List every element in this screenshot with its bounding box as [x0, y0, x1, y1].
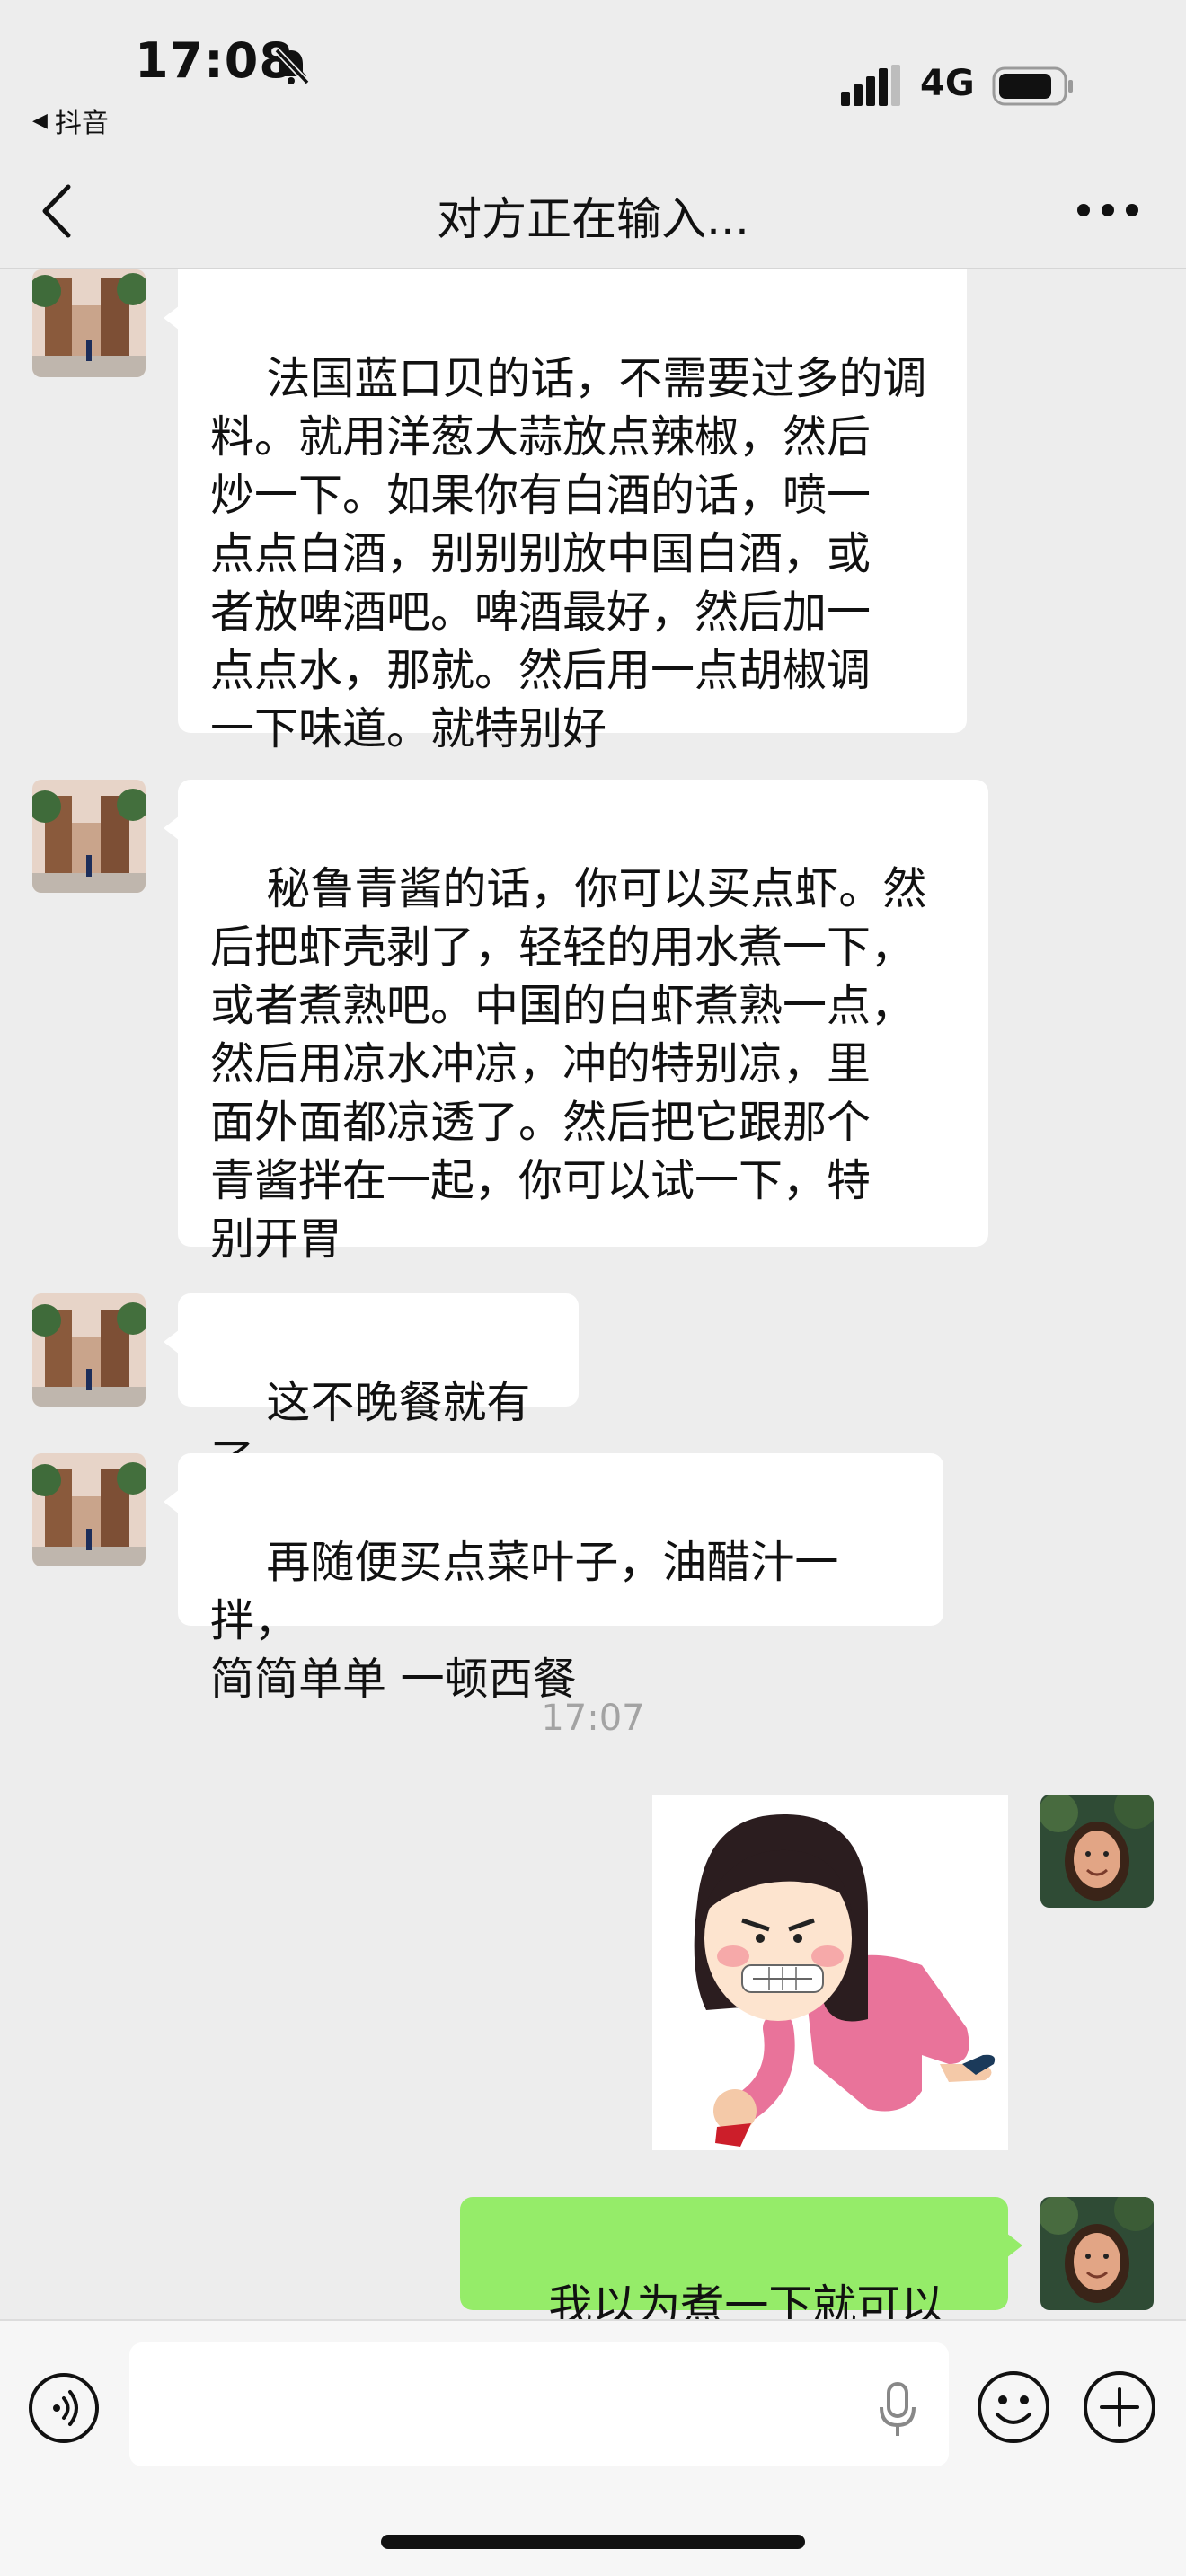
contact-avatar[interactable] — [32, 1453, 146, 1566]
smiley-icon[interactable] — [976, 2369, 1051, 2445]
microphone-icon[interactable] — [877, 2380, 918, 2439]
more-options-icon[interactable] — [1075, 199, 1141, 221]
message-bubble[interactable]: 法国蓝口贝的话，不需要过多的调 料。就用洋葱大蒜放点辣椒，然后 炒一下。如果你有… — [164, 269, 967, 754]
angry-girl-crawling-sticker — [652, 1795, 1008, 2150]
chat-title: 对方正在输入... — [437, 193, 749, 245]
avatar-selfie-image — [1040, 1795, 1154, 1908]
message-bubble[interactable]: 秘鲁青酱的话，你可以买点虾。然 后把虾壳剥了，轻轻的用水煮一下， 或者煮熟吧。中… — [164, 780, 988, 1265]
plus-circle-icon[interactable] — [1082, 2369, 1157, 2445]
avatar-selfie-image — [1040, 2197, 1154, 2310]
back-app-label: 抖音 — [54, 108, 109, 139]
network-type: 4G — [920, 63, 975, 104]
my-avatar[interactable] — [1040, 1795, 1154, 1908]
home-indicator[interactable] — [381, 2535, 805, 2549]
battery-icon — [992, 66, 1073, 106]
message-text: 秘鲁青酱的话，你可以买点虾。然 后把虾壳剥了，轻轻的用水煮一下， 或者煮熟吧。中… — [210, 863, 927, 1265]
back-chevron-icon[interactable] — [36, 180, 81, 243]
message-text: 法国蓝口贝的话，不需要过多的调 料。就用洋葱大蒜放点辣椒，然后 炒一下。如果你有… — [210, 353, 927, 754]
my-avatar[interactable] — [1040, 2197, 1154, 2310]
message-timestamp: 17:07 — [541, 1698, 645, 1739]
voice-wave-icon[interactable] — [27, 2371, 101, 2445]
avatar-landscape-image — [32, 1453, 146, 1566]
sent-message-bubble[interactable]: 我以为煮一下就可以吃 — [460, 2197, 1022, 2319]
message-input[interactable] — [129, 2342, 949, 2466]
back-to-app-link[interactable]: ◀ 抖音 — [32, 101, 109, 140]
contact-avatar[interactable] — [32, 269, 146, 377]
chat-message-list[interactable]: 法国蓝口贝的话，不需要过多的调 料。就用洋葱大蒜放点辣椒，然后 炒一下。如果你有… — [0, 269, 1186, 2319]
avatar-landscape-image — [32, 1293, 146, 1407]
message-text: 再随便买点菜叶子，油醋汁一拌， 简简单单 一顿西餐 — [210, 1537, 839, 1705]
sticker-image[interactable] — [652, 1795, 1008, 2150]
avatar-landscape-image — [32, 780, 146, 893]
message-text: 我以为煮一下就可以吃 — [548, 2280, 945, 2319]
contact-avatar[interactable] — [32, 780, 146, 893]
avatar-landscape-image — [32, 269, 146, 377]
message-bubble[interactable]: 再随便买点菜叶子，油醋汁一拌， 简简单单 一顿西餐 — [164, 1453, 943, 1705]
cellular-signal-icon — [841, 65, 900, 106]
back-triangle-icon: ◀ — [32, 109, 48, 132]
contact-avatar[interactable] — [32, 1293, 146, 1407]
message-bubble[interactable]: 这不晚餐就有了 — [164, 1293, 579, 1486]
bell-muted-icon — [274, 48, 310, 85]
